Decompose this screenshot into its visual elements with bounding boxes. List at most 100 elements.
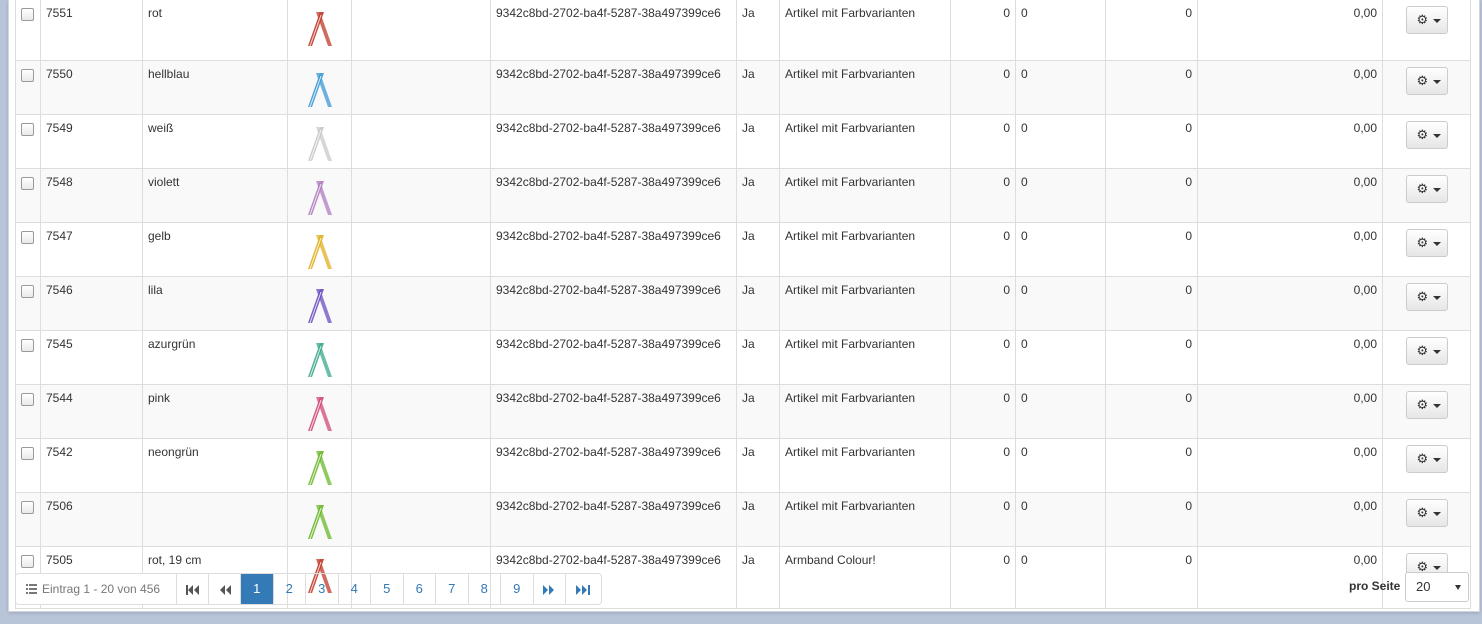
- table-row[interactable]: 7547 gelb 9342c8bd-2702-ba4f-5287-38a49739…: [15, 222, 1471, 277]
- page-7-button[interactable]: 7: [435, 574, 468, 604]
- thumbnail-cell: [287, 276, 352, 331]
- product-thumbnail: [307, 72, 332, 107]
- page-1-button[interactable]: 1: [240, 574, 273, 604]
- quantity-cell: 0: [950, 222, 1016, 277]
- table-row[interactable]: 7551 rot 9342c8bd-2702-ba4f-5287-38a497399…: [15, 0, 1471, 61]
- stock-cell: 0: [1015, 438, 1106, 493]
- article-table: 7551 rot 9342c8bd-2702-ba4f-5287-38a497399…: [15, 0, 1471, 609]
- caret-down-icon: [1432, 403, 1441, 408]
- page-4-button[interactable]: 4: [337, 574, 371, 604]
- page-5-button[interactable]: 5: [370, 574, 403, 604]
- page-2-button[interactable]: 2: [272, 574, 306, 604]
- quantity-cell: 0: [950, 60, 1016, 115]
- row-checkbox[interactable]: [21, 8, 34, 21]
- empty-cell: [351, 222, 491, 277]
- gear-icon: ⚙: [1416, 235, 1429, 251]
- name-cell: [142, 492, 288, 547]
- stock-cell: 0: [1015, 546, 1106, 609]
- per-page-select[interactable]: 20: [1405, 572, 1469, 602]
- table-row[interactable]: 7550 hellblau 9342c8bd-2702-ba4f-5287-38a4…: [15, 60, 1471, 115]
- caret-down-icon: [1432, 79, 1441, 84]
- name-cell: gelb: [142, 222, 288, 277]
- active-cell: Ja: [736, 546, 780, 609]
- thumbnail-cell: [287, 330, 352, 385]
- active-cell: Ja: [736, 438, 780, 493]
- empty-cell: [351, 0, 491, 61]
- quantity-cell: 0: [950, 0, 1016, 61]
- row-actions-button[interactable]: ⚙: [1405, 498, 1448, 527]
- row-checkbox[interactable]: [21, 230, 34, 244]
- gear-icon: ⚙: [1416, 289, 1429, 305]
- empty-cell: [351, 276, 491, 331]
- gear-icon: ⚙: [1416, 343, 1429, 359]
- row-checkbox[interactable]: [21, 392, 34, 406]
- row-checkbox[interactable]: [21, 554, 34, 568]
- row-select-cell: [15, 168, 41, 223]
- caret-down-icon: [1432, 565, 1441, 570]
- name-cell: pink: [142, 384, 288, 439]
- actions-cell: ⚙: [1382, 168, 1471, 223]
- row-checkbox[interactable]: [21, 176, 34, 190]
- category-cell: Artikel mit Farbvarianten: [779, 384, 951, 439]
- row-checkbox[interactable]: [21, 122, 34, 136]
- row-checkbox[interactable]: [21, 338, 34, 352]
- row-actions-button[interactable]: ⚙: [1405, 390, 1448, 419]
- thumbnail-cell: [287, 0, 352, 61]
- row-actions-button[interactable]: ⚙: [1405, 66, 1448, 95]
- table-row[interactable]: 7544 pink 9342c8bd-2702-ba4f-5287-38a49739…: [15, 384, 1471, 439]
- prev-page-button[interactable]: [208, 574, 240, 604]
- last-page-button[interactable]: [564, 574, 601, 604]
- category-cell: Artikel mit Farbvarianten: [779, 0, 951, 61]
- empty-cell: [351, 438, 491, 493]
- page-8-button[interactable]: 8: [467, 574, 501, 604]
- actions-cell: ⚙: [1382, 0, 1471, 61]
- product-thumbnail: [307, 12, 332, 47]
- quantity-cell: 0: [950, 492, 1016, 547]
- first-page-button[interactable]: [176, 574, 208, 604]
- table-body: 7551 rot 9342c8bd-2702-ba4f-5287-38a497399…: [15, 0, 1471, 609]
- gear-icon: ⚙: [1416, 13, 1429, 28]
- quantity-cell: 0: [950, 276, 1016, 331]
- thumbnail-cell: [287, 114, 352, 169]
- row-actions-button[interactable]: ⚙: [1405, 282, 1448, 311]
- row-actions-button[interactable]: ⚙: [1405, 174, 1448, 203]
- row-checkbox[interactable]: [21, 68, 34, 82]
- row-actions-button[interactable]: ⚙: [1405, 228, 1448, 257]
- next-page-button[interactable]: [532, 574, 565, 604]
- table-row[interactable]: 7542 neongrün 9342c8bd-2702-ba4f-5287-38a4…: [15, 438, 1471, 493]
- guid-cell: 9342c8bd-2702-ba4f-5287-38a497399ce6: [490, 168, 737, 223]
- count-cell: 0: [1105, 0, 1198, 61]
- actions-cell: ⚙: [1382, 114, 1471, 169]
- row-checkbox[interactable]: [21, 500, 34, 514]
- page-9-button[interactable]: 9: [500, 574, 533, 604]
- active-cell: Ja: [736, 222, 780, 277]
- row-actions-button[interactable]: ⚙: [1405, 336, 1448, 365]
- row-checkbox[interactable]: [21, 284, 34, 298]
- name-cell: neongrün: [142, 438, 288, 493]
- price-cell: 0,00: [1197, 168, 1383, 223]
- row-actions-button[interactable]: ⚙: [1405, 444, 1448, 473]
- page-6-button[interactable]: 6: [402, 574, 436, 604]
- row-select-cell: [15, 438, 41, 493]
- price-cell: 0,00: [1197, 114, 1383, 169]
- id-cell: 7546: [40, 276, 143, 331]
- table-row[interactable]: 7549 weiß 9342c8bd-2702-ba4f-5287-38a49739…: [15, 114, 1471, 169]
- table-row[interactable]: 7545 azurgrün 9342c8bd-2702-ba4f-5287-38a4…: [15, 330, 1471, 385]
- empty-cell: [351, 114, 491, 169]
- page-3-button[interactable]: 3: [305, 574, 338, 604]
- table-row[interactable]: 7548 violett 9342c8bd-2702-ba4f-5287-38a49…: [15, 168, 1471, 223]
- row-checkbox[interactable]: [21, 446, 34, 460]
- product-thumbnail: [307, 450, 332, 485]
- first-page-icon: [185, 584, 199, 595]
- guid-cell: 9342c8bd-2702-ba4f-5287-38a497399ce6: [490, 276, 737, 331]
- last-page-icon: [576, 584, 590, 595]
- actions-cell: ⚙: [1382, 492, 1471, 547]
- price-cell: 0,00: [1197, 492, 1383, 547]
- id-cell: 7542: [40, 438, 143, 493]
- row-select-cell: [15, 114, 41, 169]
- row-actions-button[interactable]: ⚙: [1405, 120, 1448, 149]
- table-row[interactable]: 7506 9342c8bd-2702-ba4f-5287-38a497399ce6…: [15, 492, 1471, 547]
- table-row[interactable]: 7546 lila 9342c8bd-2702-ba4f-5287-38a49739…: [15, 276, 1471, 331]
- row-actions-button[interactable]: ⚙: [1405, 6, 1448, 34]
- per-page-label: pro Seite: [1349, 579, 1401, 593]
